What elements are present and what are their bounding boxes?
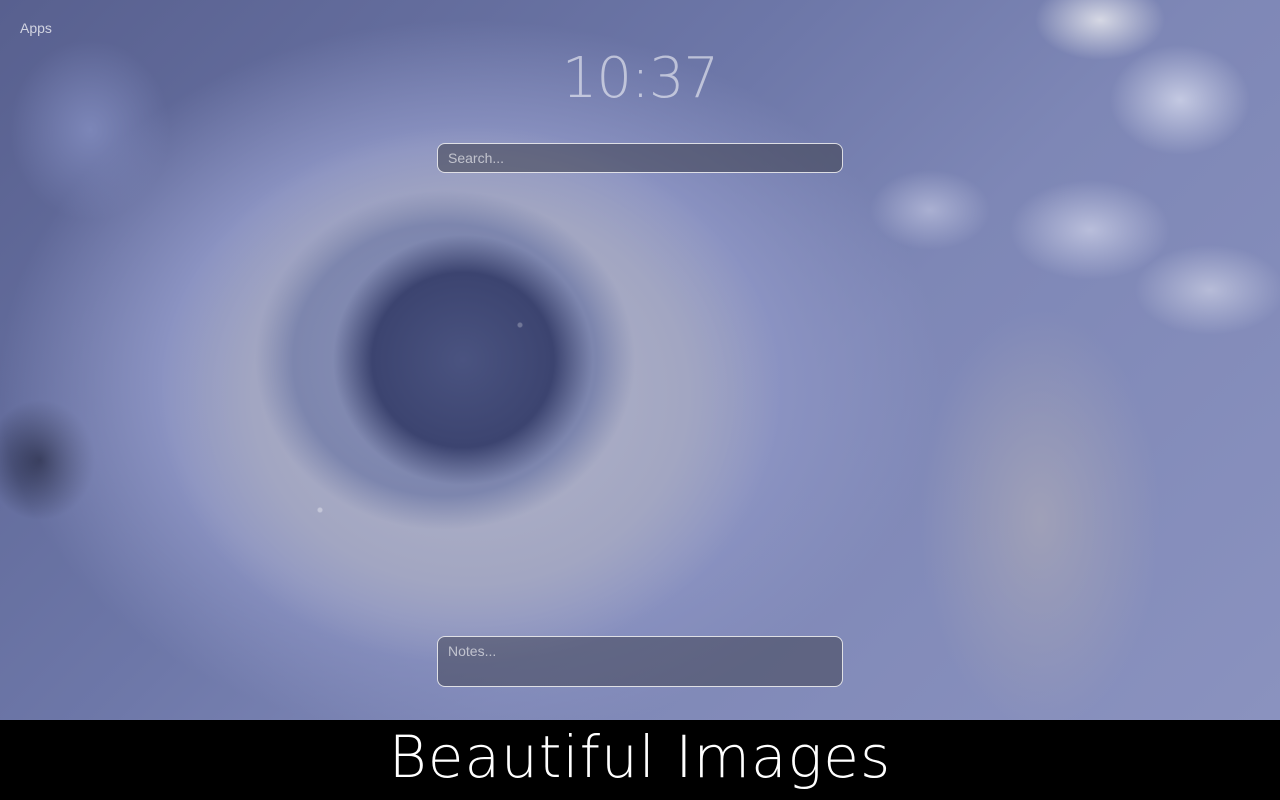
apps-link[interactable]: Apps [20,20,52,36]
wallpaper-background: Apps 10:37 [0,0,1280,720]
notes-box [437,636,843,687]
clock-display: 10:37 [561,46,719,111]
notes-input[interactable] [438,637,842,686]
footer-title: Beautiful Images [388,723,892,791]
search-box [437,143,843,173]
footer-banner: Beautiful Images [0,720,1280,800]
search-input[interactable] [438,144,842,172]
